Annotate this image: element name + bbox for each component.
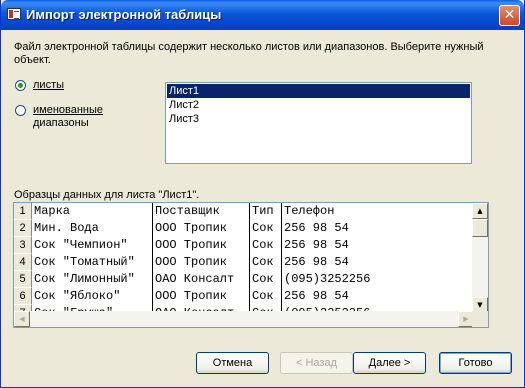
vertical-scrollbar[interactable]: ▲ ▼ bbox=[472, 203, 488, 313]
table-cell: Сок bbox=[250, 288, 282, 305]
radio-named-ranges-label-line2: диапазоны bbox=[33, 117, 89, 129]
table-row: 3 Сок "Чемпион" ООО Тропик Сок 256 98 54 bbox=[14, 237, 474, 254]
import-spreadsheet-dialog: Импорт электронной таблицы ✕ Файл электр… bbox=[0, 0, 525, 388]
table-cell: ООО Тропик bbox=[153, 220, 250, 237]
table-cell: Сок bbox=[250, 271, 282, 288]
table-cell: 256 98 54 bbox=[282, 220, 474, 237]
list-item-sheet2[interactable]: Лист2 bbox=[167, 98, 470, 112]
close-button[interactable]: ✕ bbox=[499, 5, 520, 26]
table-cell: Телефон bbox=[282, 203, 474, 220]
table-cell: 256 98 54 bbox=[282, 237, 474, 254]
vertical-scroll-thumb[interactable] bbox=[472, 219, 488, 237]
table-cell: Поставщик bbox=[153, 203, 250, 220]
table-cell: Сок "Лимонный" bbox=[32, 271, 153, 288]
radio-named-ranges-label: именованные диапазоны bbox=[33, 104, 103, 130]
sample-data-grid[interactable]: 1 Марка Поставщик Тип Телефон 2 Мин. Вода ООО Т… bbox=[13, 202, 489, 328]
radio-button-named-ranges[interactable] bbox=[15, 105, 26, 116]
row-number: 5 bbox=[14, 271, 32, 288]
next-button[interactable]: Далее > bbox=[353, 352, 426, 374]
sheets-listbox[interactable]: Лист1 Лист2 Лист3 bbox=[165, 82, 472, 164]
table-cell: 256 98 54 bbox=[282, 288, 474, 305]
list-item-sheet3[interactable]: Лист3 bbox=[167, 112, 470, 126]
radio-sheets[interactable]: листы bbox=[15, 79, 64, 92]
window-title: Импорт электронной таблицы bbox=[26, 7, 222, 22]
scroll-left-arrow-icon[interactable]: ◀ bbox=[14, 311, 30, 327]
table-cell: ООО Тропик bbox=[153, 237, 250, 254]
table-row: 2 Мин. Вода ООО Тропик Сок 256 98 54 bbox=[14, 220, 474, 237]
table-cell: Тип bbox=[250, 203, 282, 220]
table-row: 6 Сок "Яблоко" ООО Тропик Сок 256 98 54 bbox=[14, 288, 474, 305]
cancel-button[interactable]: Отмена bbox=[196, 352, 269, 374]
description-text: Файл электронной таблицы содержит нескол… bbox=[14, 41, 484, 66]
table-cell: 256 98 54 bbox=[282, 254, 474, 271]
back-button[interactable]: < Назад bbox=[280, 352, 353, 374]
row-number: 6 bbox=[14, 288, 32, 305]
radio-sheets-label: листы bbox=[33, 79, 65, 91]
spreadsheet-icon bbox=[7, 8, 21, 20]
table-cell: Сок bbox=[250, 237, 282, 254]
title-bar[interactable]: Импорт электронной таблицы ✕ bbox=[1, 0, 524, 30]
table-cell: ООО Тропик bbox=[153, 254, 250, 271]
grid-rows: 1 Марка Поставщик Тип Телефон 2 Мин. Вода ООО Т… bbox=[14, 203, 474, 313]
finish-button[interactable]: Готово bbox=[439, 352, 512, 374]
table-cell: Мин. Вода bbox=[32, 220, 153, 237]
list-item-sheet1[interactable]: Лист1 bbox=[167, 84, 470, 98]
table-cell: Марка bbox=[32, 203, 153, 220]
row-number: 3 bbox=[14, 237, 32, 254]
radio-named-ranges-label-line1: именованные bbox=[33, 104, 104, 116]
table-row: 4 Сок "Томатный" ООО Тропик Сок 256 98 54 bbox=[14, 254, 474, 271]
table-cell: Сок "Томатный" bbox=[32, 254, 153, 271]
sample-data-label: Образцы данных для листа "Лист1". bbox=[14, 189, 200, 201]
table-row: 5 Сок "Лимонный" ОАО Консалт Сок (095)325225… bbox=[14, 271, 474, 288]
radio-named-ranges[interactable]: именованные диапазоны bbox=[15, 104, 103, 130]
table-cell: (095)3252256 bbox=[282, 271, 474, 288]
row-number: 4 bbox=[14, 254, 32, 271]
table-cell: Сок "Чемпион" bbox=[32, 237, 153, 254]
table-cell: Сок bbox=[250, 254, 282, 271]
scroll-up-arrow-icon[interactable]: ▲ bbox=[472, 203, 488, 219]
table-cell: Сок bbox=[250, 220, 282, 237]
table-cell: ООО Тропик bbox=[153, 288, 250, 305]
row-number: 1 bbox=[14, 203, 32, 220]
radio-button-sheets[interactable] bbox=[15, 80, 26, 91]
table-cell: ОАО Консалт bbox=[153, 271, 250, 288]
row-number: 2 bbox=[14, 220, 32, 237]
table-cell: Сок "Яблоко" bbox=[32, 288, 153, 305]
horizontal-scrollbar[interactable]: ◀ ▶ bbox=[14, 311, 474, 327]
table-row: 1 Марка Поставщик Тип Телефон bbox=[14, 203, 474, 220]
scrollbar-corner bbox=[472, 311, 488, 327]
